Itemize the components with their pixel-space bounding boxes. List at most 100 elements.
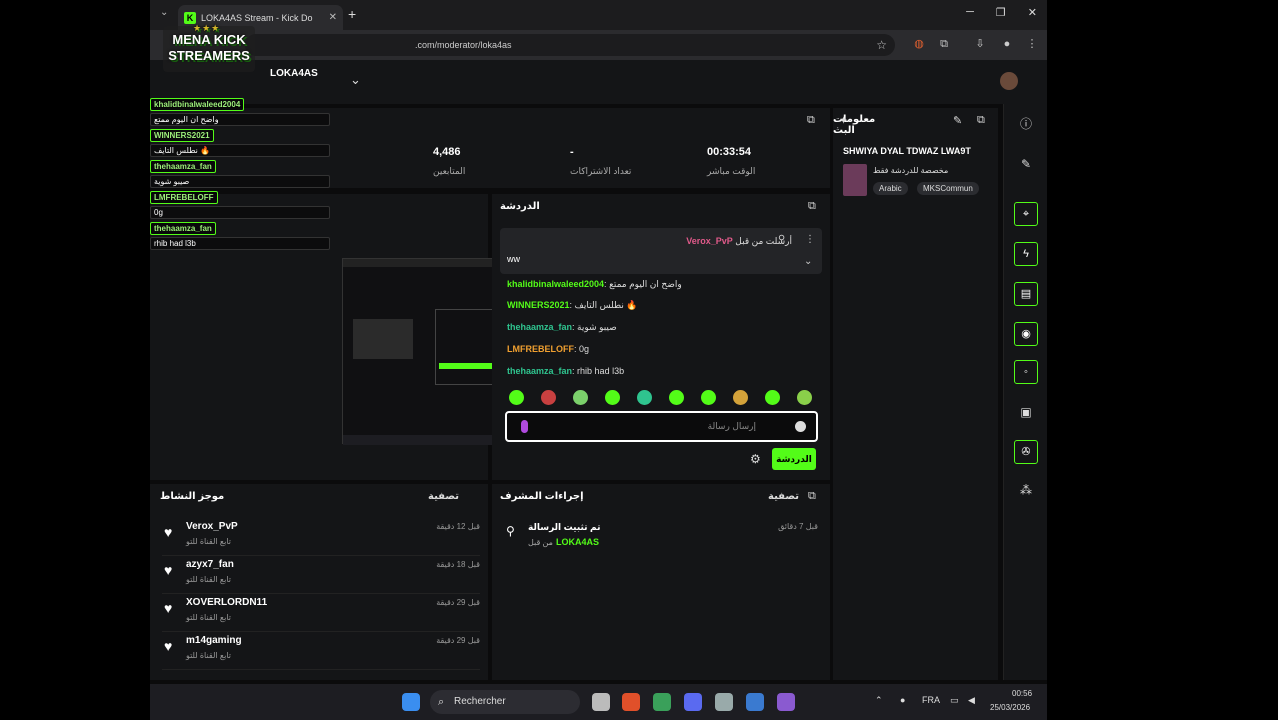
emote-icon[interactable] [765,390,780,405]
overlay-text: rhib had l3b [150,237,330,250]
emoji-icon[interactable] [795,421,806,432]
mod-action-by-label: من قبل [528,538,553,547]
volume-icon[interactable]: ◀ [968,695,975,706]
info-icon[interactable]: ⓘ [1014,112,1038,136]
overlay-text: صيبو شوية [150,175,330,188]
chat-username[interactable]: WINNERS2021 [507,300,570,310]
emote-icon[interactable] [797,390,812,405]
emote-icon[interactable] [573,390,588,405]
activity-item[interactable]: ♥ XOVERLORDN11 تابع القناة للتو قبل 29 د… [162,594,480,632]
extensions-puzzle-icon[interactable]: ⧉ [937,37,951,51]
taskbar-search[interactable]: ⌕ Rechercher [430,690,580,714]
info-popout-icon[interactable]: ⧉ [977,114,985,127]
bookmark-star-icon[interactable]: ☆ [876,34,887,56]
user-avatar[interactable] [1000,72,1018,90]
chat-settings-gear-icon[interactable]: ⚙ [750,452,761,466]
brave-icon[interactable] [622,693,640,711]
clock-date[interactable]: 25/03/2026 [990,703,1030,712]
mic-tray-icon[interactable]: ● [900,695,905,705]
pinned-message[interactable]: Verox_PvP أرسلت من قبل ww ⚲ ⋮ ⌄ [500,228,822,274]
app-icon[interactable] [715,693,733,711]
chat-message[interactable]: thehaamza_fan: صيبو شوية [507,322,617,333]
nodes-icon[interactable]: ⁂ [1014,478,1038,502]
chat-bubble-icon[interactable]: ◉ [1014,322,1038,346]
activity-item[interactable]: ♥ m14gaming تابع القناة للتو قبل 29 دقيق… [162,632,480,670]
activity-username[interactable]: m14gaming [186,635,242,646]
address-bar[interactable]: .com/moderator/loka4as ☆ [245,34,895,56]
new-tab-icon[interactable]: + [348,6,356,22]
maximize-icon[interactable]: ❐ [996,6,1006,19]
activity-username[interactable]: azyx7_fan [186,559,234,570]
discord-icon[interactable] [684,693,702,711]
lightning-icon[interactable]: ϟ [1014,242,1038,266]
heart-icon: ♥ [164,638,173,654]
chrome-icon[interactable] [653,693,671,711]
emote-icon[interactable] [637,390,652,405]
downloads-icon[interactable]: ⇩ [973,37,987,51]
pin-icon[interactable]: ⚲ [778,234,785,245]
emote-icon[interactable] [605,390,620,405]
network-icon[interactable]: ▭ [950,695,959,706]
chat-popout-icon[interactable]: ⧉ [808,200,816,213]
chat-message[interactable]: WINNERS2021: نطلس التايف 🔥 [507,300,638,311]
chat-text: واضح ان اليوم ممتع [609,279,682,289]
keyboard-language[interactable]: FRA [922,695,940,705]
chat-input[interactable]: إرسال رسالة [505,411,818,442]
chat-username[interactable]: LMFREBELOFF [507,344,574,354]
app-icon[interactable] [777,693,795,711]
minimize-icon[interactable]: ─ [966,6,974,19]
document-icon[interactable]: ▤ [1014,282,1038,306]
windows-start-icon[interactable] [402,693,420,711]
pencil-icon[interactable]: ✎ [1014,152,1038,176]
emote-icon[interactable] [733,390,748,405]
target-icon[interactable]: ⌖ [1014,202,1038,226]
layers-icon[interactable]: ▣ [1014,400,1038,424]
activity-username[interactable]: XOVERLORDN11 [186,597,267,608]
profile-avatar-icon[interactable]: ● [1000,37,1014,51]
chat-username[interactable]: thehaamza_fan [507,322,572,332]
tag-arabic[interactable]: Arabic [873,182,908,195]
stat-label: الوقت مباشر [707,166,756,176]
emote-icon[interactable] [669,390,684,405]
menu-dots-icon[interactable]: ⋮ [1025,37,1039,51]
wrench-icon[interactable]: ✇ [1014,440,1038,464]
activity-time: قبل 12 دقيقة [436,522,480,531]
chat-message[interactable]: thehaamza_fan: rhib had l3b [507,366,624,376]
mod-actions-popout-icon[interactable]: ⧉ [808,490,816,503]
activity-username[interactable]: Verox_PvP [186,521,238,532]
more-options-icon[interactable]: ⋮ [805,234,815,245]
chat-username[interactable]: thehaamza_fan [507,366,572,376]
mod-actions-filter[interactable]: تصفية [768,491,799,502]
activity-filter[interactable]: تصفية [428,491,459,502]
task-view-icon[interactable] [592,693,610,711]
stat-live-time: 00:33:54 الوقت مباشر [707,146,755,177]
edit-pencil-icon[interactable]: ✎ [953,114,962,127]
emote-icon[interactable] [701,390,716,405]
tab-search-chevron-icon[interactable]: ⌄ [160,7,168,18]
activity-item[interactable]: ♥ azyx7_fan تابع القناة للتو قبل 18 دقيق… [162,556,480,594]
expand-chevron-icon[interactable]: ⌄ [804,256,812,267]
stats-popout-icon[interactable]: ⧉ [807,114,815,127]
activity-panel: موجز النشاط تصفية ♥ Verox_PvP تابع القنا… [150,484,488,680]
activity-item[interactable]: ♥ Verox_PvP تابع القناة للتو قبل 12 دقيق… [162,518,480,556]
mic-icon[interactable] [521,420,528,433]
tag-mkscommun[interactable]: MKSCommun [917,182,979,195]
chat-username[interactable]: khalidbinalwaleed2004 [507,279,604,289]
broadcast-icon[interactable]: ◦ [1014,360,1038,384]
windows-taskbar: ⌕ Rechercher ⌃ ● FRA ▭ ◀ 00:56 25/03/202… [150,684,1047,720]
mod-action-time: قبل 7 دقائق [778,522,818,531]
tray-chevron-icon[interactable]: ⌃ [875,695,883,706]
channel-chevron-down-icon[interactable]: ⌄ [350,72,361,88]
mod-action-by-user[interactable]: LOKA4AS [556,537,599,547]
send-chat-button[interactable]: الدردشة [772,448,816,470]
emote-icon[interactable] [541,390,556,405]
clock-time[interactable]: 00:56 [1012,689,1032,698]
extension-icon[interactable]: ◍ [912,37,926,51]
heart-icon: ♥ [164,524,173,540]
tab-close-icon[interactable]: ✕ [329,12,337,23]
emote-icon[interactable] [509,390,524,405]
app-icon[interactable] [746,693,764,711]
chat-message[interactable]: khalidbinalwaleed2004: واضح ان اليوم ممت… [507,279,682,290]
close-window-icon[interactable]: ✕ [1028,6,1037,19]
chat-message[interactable]: LMFREBELOFF: 0g [507,344,589,354]
